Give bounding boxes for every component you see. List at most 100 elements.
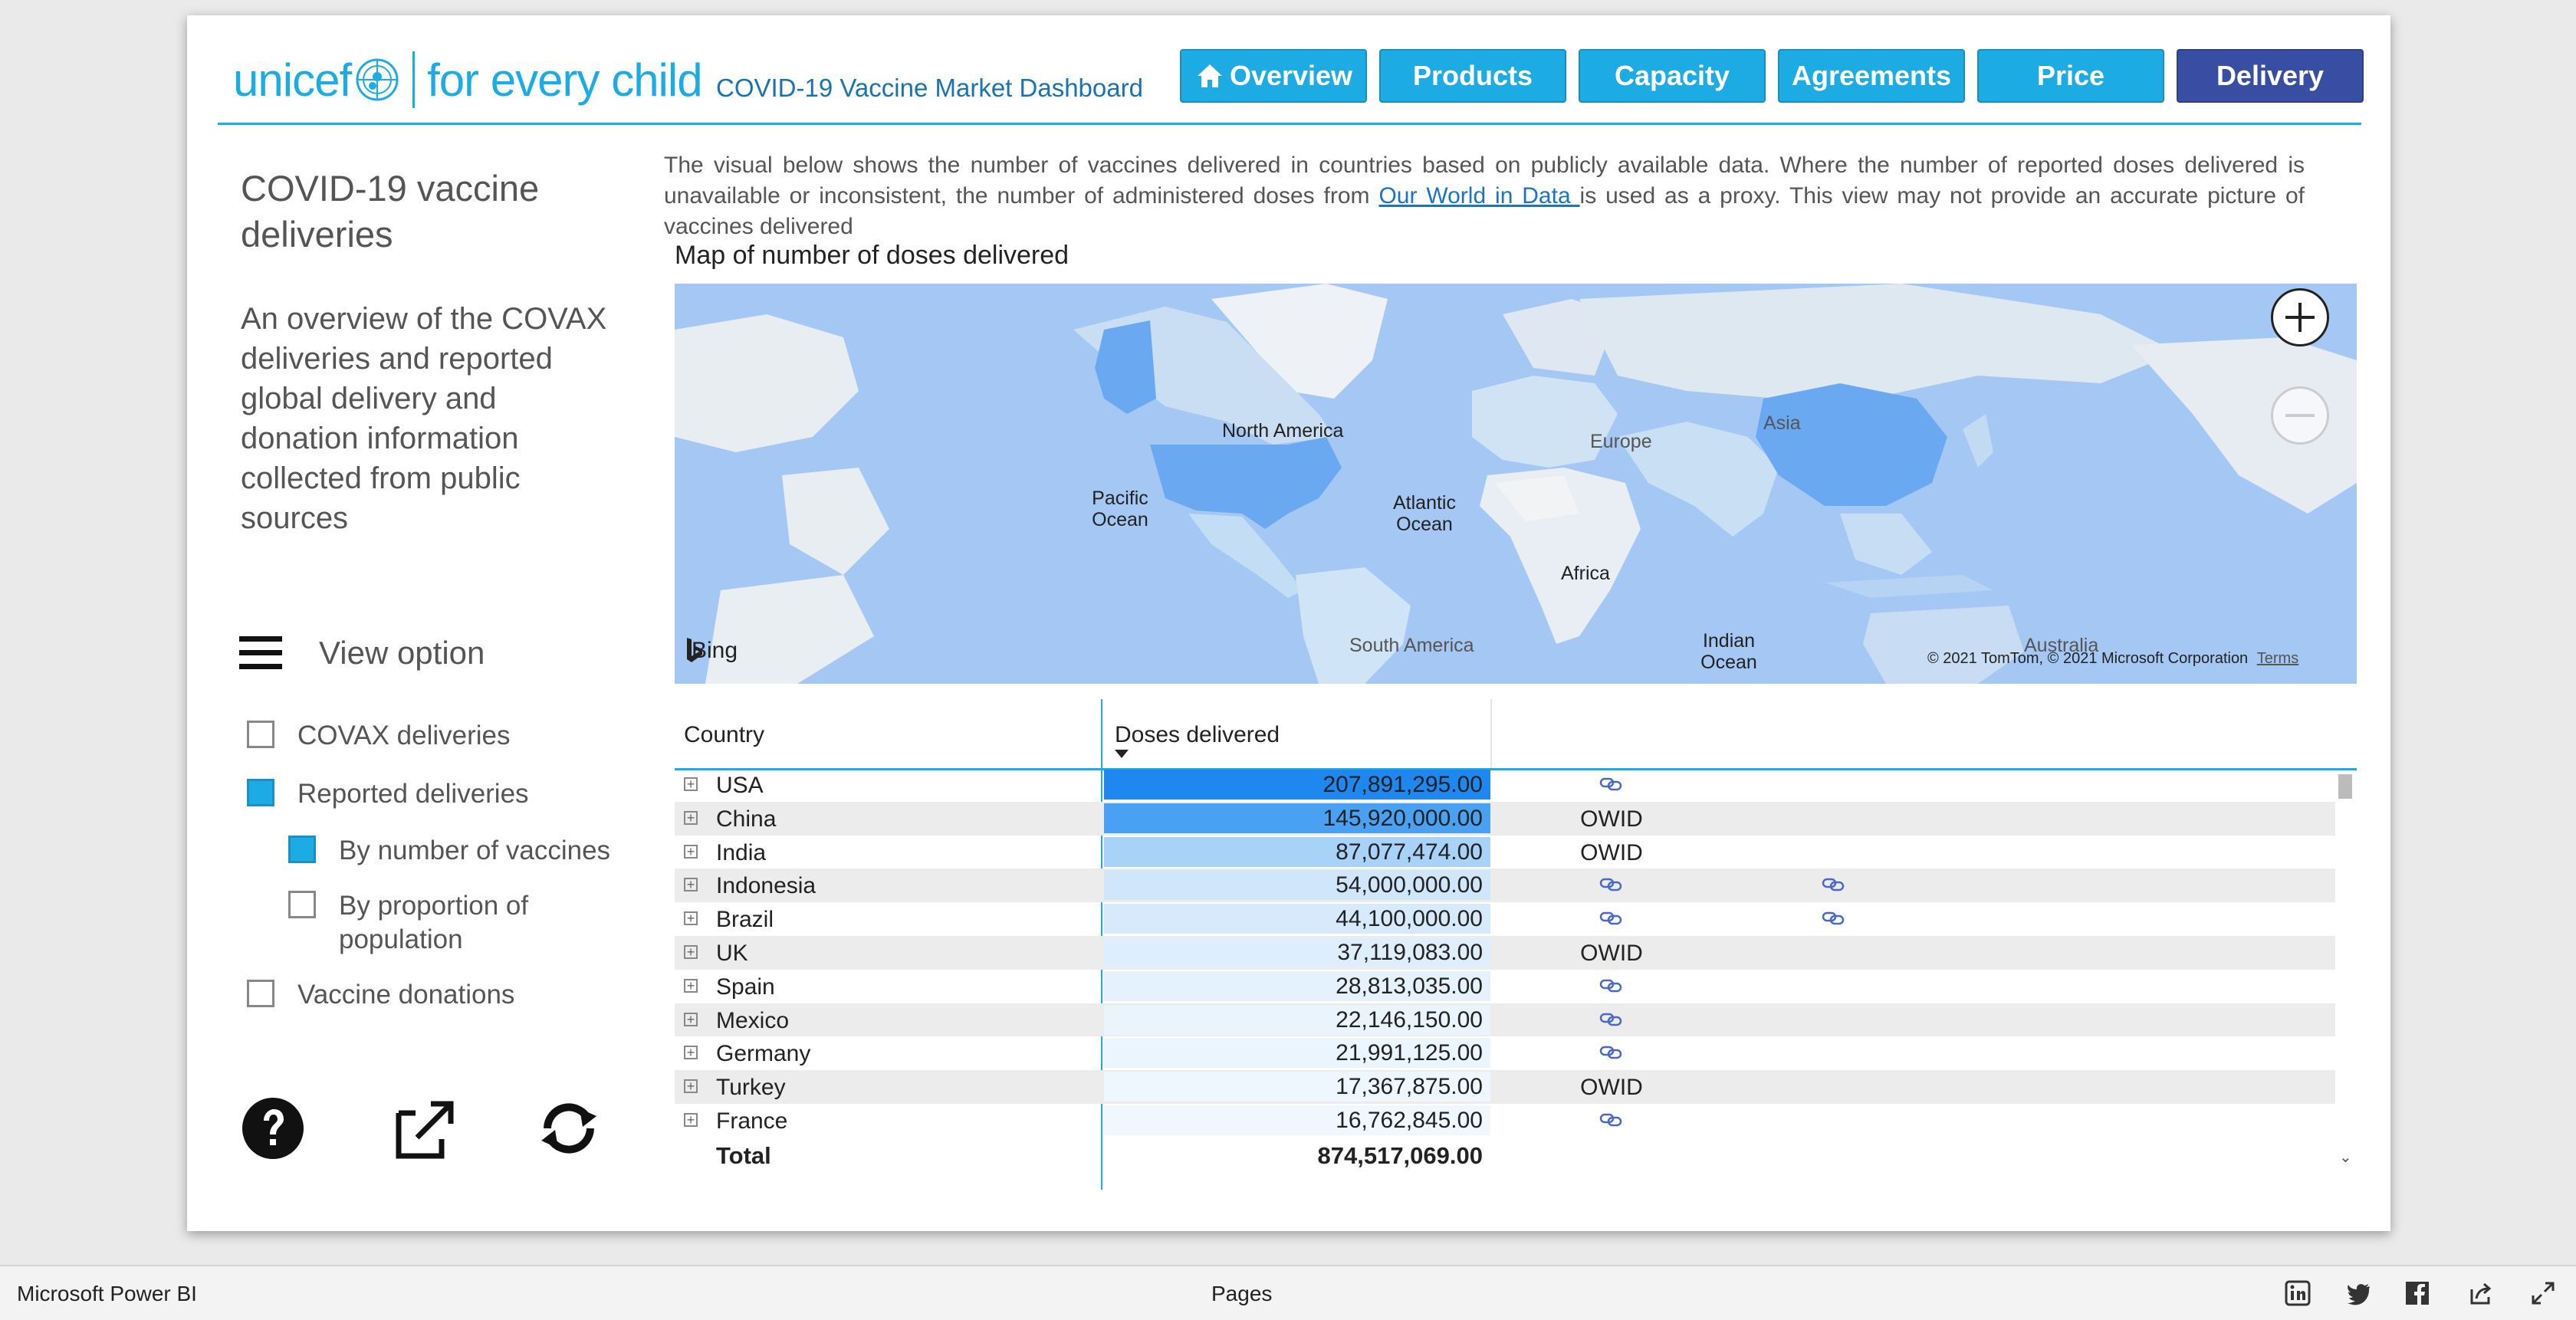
country-cell: Mexico [716,1007,790,1033]
expand-row-icon[interactable]: + [684,1046,698,1060]
map-label-africa: Africa [1561,563,1610,584]
minus-icon [2285,414,2315,417]
doses-cell: 54,000,000.00 [1104,870,1490,901]
total-value: 874,517,069.00 [1317,1142,1484,1169]
dashboard-title: COVID-19 Vaccine Market Dashboard [716,74,1143,102]
source-link-icon[interactable] [1822,908,1845,928]
doses-cell: 22,146,150.00 [1104,1004,1490,1035]
view-option-header[interactable]: View option [239,635,485,671]
expand-row-icon[interactable]: + [684,844,698,859]
twitter-icon[interactable] [2346,1280,2372,1306]
country-cell: India [716,839,767,865]
expand-row-icon[interactable]: + [684,1079,698,1094]
nav-products-button[interactable]: Products [1379,49,1566,103]
fullscreen-icon[interactable] [2530,1280,2556,1306]
expand-row-icon[interactable]: + [684,1012,698,1026]
scrollbar-thumb[interactable] [2338,774,2352,799]
column-header-doses-delivered[interactable]: Doses delivered [1115,722,1280,748]
header-divider [218,123,2361,125]
source-link-icon[interactable] [1599,774,1622,794]
doses-cell: 17,367,875.00 [1104,1072,1490,1102]
scroll-down-icon[interactable]: ⌄ [2339,1148,2352,1167]
table-row[interactable]: + Spain 28,813,035.00 [675,970,2335,1003]
expand-row-icon[interactable]: + [684,810,698,825]
terms-link[interactable]: Terms [2257,650,2298,667]
table-row[interactable]: + Turkey 17,367,875.00 OWID [675,1070,2335,1104]
source-link-icon[interactable] [1599,1110,1622,1130]
expand-row-icon[interactable]: + [684,911,698,926]
source-link-icon[interactable] [1599,875,1622,895]
checkbox-checked[interactable] [247,779,274,806]
option-by-proportion-of-population[interactable]: By proportion of population [288,889,584,957]
page-description: An overview of the COVAX deliveries and … [241,302,607,535]
nav-price-button[interactable]: Price [1977,49,2164,103]
option-label: By number of vaccines [339,836,611,865]
expand-row-icon[interactable]: + [684,878,698,892]
nav-overview-button[interactable]: Overview [1180,49,1367,103]
doses-cell: 28,813,035.00 [1104,970,1490,1001]
tagline: for every child [427,54,702,106]
checkbox[interactable] [247,980,274,1007]
table-body: + USA 207,891,295.00 + China 145,920,000.00 OW… [675,768,2335,1138]
table-row[interactable]: + Germany 21,991,125.00 [675,1036,2335,1070]
option-by-number-of-vaccines[interactable]: By number of vaccines [288,834,630,868]
source-link-icon[interactable] [1822,875,1845,895]
source-link-icon[interactable] [1599,1043,1622,1062]
table-row[interactable]: + Brazil 44,100,000.00 [675,902,2335,936]
table-row[interactable]: + India 87,077,474.00 OWID [675,836,2335,869]
checkbox[interactable] [247,721,274,748]
checkbox-checked[interactable] [288,836,316,863]
zoom-out-button[interactable] [2271,386,2329,445]
table-row[interactable]: + China 145,920,000.00 OWID [675,801,2335,836]
open-external-icon[interactable] [394,1096,458,1161]
expand-row-icon[interactable]: + [684,777,698,791]
country-cell: Turkey [716,1075,786,1101]
refresh-icon[interactable] [537,1096,601,1161]
home-icon [1197,64,1222,87]
nav-capacity-button[interactable]: Capacity [1579,49,1766,103]
app-name[interactable]: Microsoft Power BI [17,1282,197,1306]
map-label-indian-ocean: Indian Ocean [1700,630,1757,673]
expand-row-icon[interactable]: + [684,944,698,959]
help-icon[interactable] [241,1096,305,1161]
country-cell: Brazil [716,907,774,933]
expand-row-icon[interactable]: + [684,978,698,993]
linkedin-icon[interactable] [2285,1280,2311,1306]
option-reported-deliveries[interactable]: Reported deliveries [247,777,529,811]
country-cell: China [716,806,777,832]
source-cell: OWID [1580,1075,1643,1101]
doses-cell: 87,077,474.00 [1104,836,1490,867]
facebook-icon[interactable] [2404,1280,2430,1306]
column-header-country[interactable]: Country [684,722,764,748]
unicef-logo[interactable]: unicef for every child [233,41,703,118]
report-canvas: unicef for every child COVID-19 Vaccine … [187,15,2390,1231]
table-row[interactable]: + France 16,762,845.00 [675,1104,2335,1138]
table-scrollbar[interactable]: ⌄ [2335,768,2357,1167]
hamburger-menu-icon [239,636,282,669]
table-row[interactable]: + Mexico 22,146,150.00 [675,1003,2335,1037]
country-cell: UK [716,940,748,966]
table-row[interactable]: + USA 207,891,295.00 [675,768,2335,802]
table-row[interactable]: + Indonesia 54,000,000.00 [675,869,2335,903]
option-vaccine-donations[interactable]: Vaccine donations [247,978,514,1012]
option-label: Vaccine donations [297,980,515,1010]
table-row[interactable]: + UK 37,119,083.00 OWID [675,935,2335,970]
doses-map[interactable]: North America Europe Asia Pacific Ocean … [675,284,2357,684]
our-world-in-data-link[interactable]: Our World in Data [1378,183,1579,209]
zoom-in-button[interactable] [2271,288,2329,346]
bing-attribution[interactable]: Bing [685,638,738,664]
view-option-label: View option [319,635,485,671]
expand-row-icon[interactable]: + [684,1112,698,1127]
brand-text: unicef [233,54,352,106]
nav-agreements-button[interactable]: Agreements [1778,49,1965,103]
checkbox[interactable] [288,891,316,918]
country-cell: USA [716,773,764,798]
source-link-icon[interactable] [1599,908,1622,928]
source-link-icon[interactable] [1599,976,1622,996]
pages-button[interactable]: Pages [1211,1282,1272,1306]
source-link-icon[interactable] [1599,1010,1622,1029]
map-label-south-america: South America [1349,635,1474,656]
nav-delivery-button[interactable]: Delivery [2177,49,2364,103]
option-covax-deliveries[interactable]: COVAX deliveries [247,719,511,753]
share-icon[interactable] [2467,1280,2493,1306]
